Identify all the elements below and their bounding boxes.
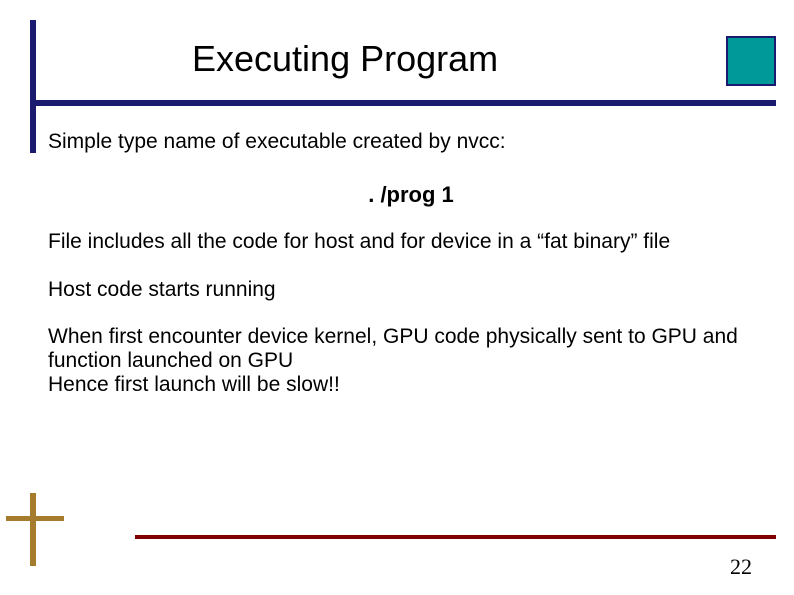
top-vertical-bar [30, 20, 36, 153]
slide-content: Simple type name of executable created b… [48, 130, 774, 420]
paragraph-fat-binary: File includes all the code for host and … [48, 230, 774, 254]
slide-title: Executing Program [192, 38, 498, 80]
paragraph-kernel-launch: When first encounter device kernel, GPU … [48, 325, 774, 397]
paragraph-intro: Simple type name of executable created b… [48, 130, 774, 154]
paragraph-host-start: Host code starts running [48, 278, 774, 302]
bottom-horizontal-rule [135, 535, 776, 539]
bottom-vertical-bar [30, 493, 36, 566]
slide: Executing Program Simple type name of ex… [0, 0, 794, 595]
accent-square-icon [726, 36, 776, 86]
top-horizontal-rule [30, 100, 776, 106]
command-text: . /prog 1 [48, 182, 774, 207]
bottom-short-horizontal-bar [6, 516, 64, 521]
page-number: 22 [730, 554, 752, 580]
